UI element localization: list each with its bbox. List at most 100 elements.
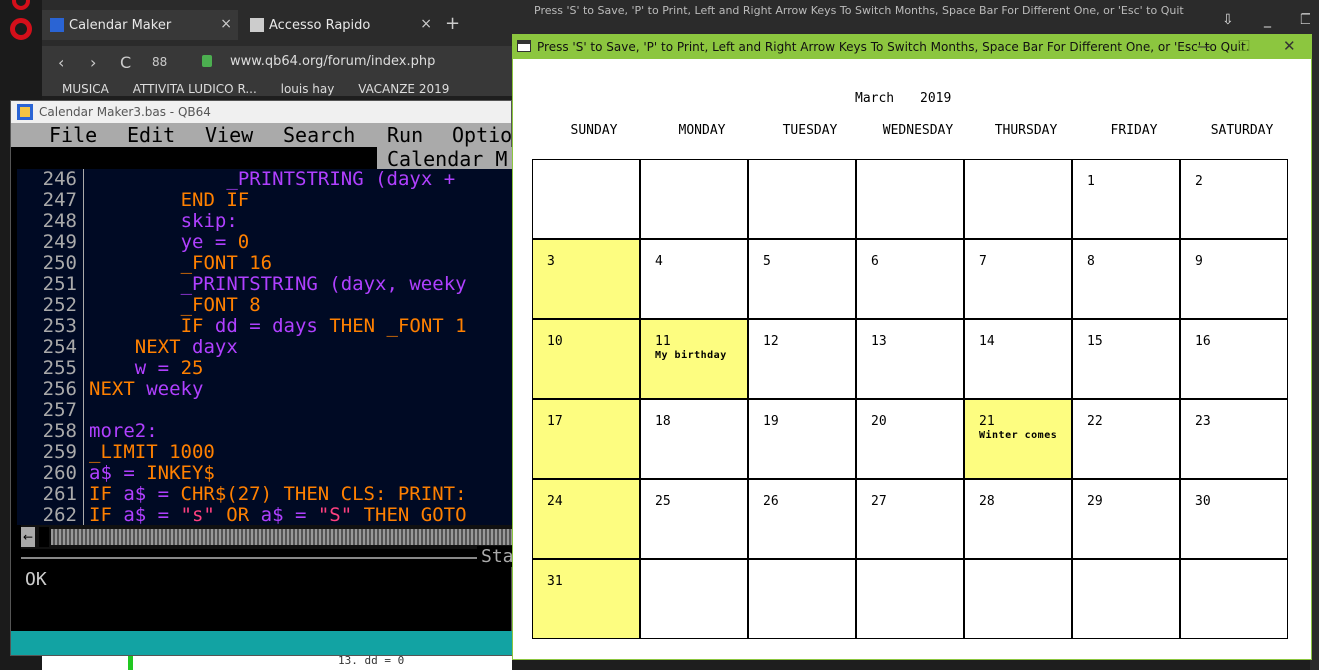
- minimize-button[interactable]: —: [1197, 37, 1212, 55]
- calendar-day-cell[interactable]: [1180, 559, 1288, 639]
- calendar-day-cell[interactable]: 14: [964, 319, 1072, 399]
- calendar-day-cell[interactable]: 5: [748, 239, 856, 319]
- tab-calendar-maker[interactable]: Calendar Maker ×: [42, 10, 238, 40]
- calendar-day-cell[interactable]: [856, 159, 964, 239]
- calendar-day-cell[interactable]: 11 My birthday: [640, 319, 748, 399]
- calendar-day-cell[interactable]: [532, 159, 640, 239]
- calendar-day-cell[interactable]: 21 Winter comes: [964, 399, 1072, 479]
- calendar-day-cell[interactable]: [640, 159, 748, 239]
- code-line[interactable]: 256 NEXT weeky: [17, 379, 513, 400]
- code-line[interactable]: 254 NEXT dayx: [17, 337, 513, 358]
- menu-file[interactable]: File: [49, 123, 97, 147]
- code-line[interactable]: 250 _FONT 16: [17, 253, 513, 274]
- code-line[interactable]: 257: [17, 400, 513, 421]
- calendar-day-cell[interactable]: 4: [640, 239, 748, 319]
- day-number: 28: [979, 494, 995, 509]
- calendar-day-cell[interactable]: 27: [856, 479, 964, 559]
- calendar-day-cell[interactable]: 10: [532, 319, 640, 399]
- calendar-day-cell[interactable]: 26: [748, 479, 856, 559]
- code-line[interactable]: 258 more2:: [17, 421, 513, 442]
- menu-options[interactable]: Optio: [452, 123, 511, 147]
- bookmark-item[interactable]: louis hay: [281, 82, 335, 96]
- code-line[interactable]: 259 _LIMIT 1000: [17, 442, 513, 463]
- line-number: 250: [42, 252, 77, 274]
- calendar-day-cell[interactable]: 12: [748, 319, 856, 399]
- tab-close-icon[interactable]: ×: [420, 16, 432, 32]
- tabs-grid-icon[interactable]: 88: [152, 55, 167, 69]
- opera-logo-icon[interactable]: [12, 0, 30, 10]
- code-line[interactable]: 260 a$ = INKEY$: [17, 463, 513, 484]
- qb64-code-editor[interactable]: 246 _PRINTSTRING (dayx + 247 END IF 248 skip…: [17, 169, 513, 525]
- opera-menu-icon[interactable]: [10, 18, 32, 40]
- code-line[interactable]: 262 IF a$ = "s" OR a$ = "S" THEN GOTO: [17, 505, 513, 525]
- maximize-button[interactable]: ☐: [1237, 37, 1250, 55]
- bookmark-item[interactable]: MUSICA: [62, 82, 109, 96]
- code-line[interactable]: 261 IF a$ = CHR$(27) THEN CLS: PRINT:: [17, 484, 513, 505]
- forward-button[interactable]: ›: [90, 53, 96, 72]
- calendar-day-cell[interactable]: 15: [1072, 319, 1180, 399]
- calendar-day-cell[interactable]: 25: [640, 479, 748, 559]
- calendar-day-cell[interactable]: 8: [1072, 239, 1180, 319]
- minimize-icon[interactable]: _: [1264, 12, 1271, 28]
- code-token: END IF: [180, 189, 250, 211]
- calendar-day-cell[interactable]: 20: [856, 399, 964, 479]
- calendar-day-cell[interactable]: 7: [964, 239, 1072, 319]
- calendar-day-cell[interactable]: 6: [856, 239, 964, 319]
- menu-run[interactable]: Run: [387, 123, 423, 147]
- calendar-day-cell[interactable]: [748, 559, 856, 639]
- tab-close-icon[interactable]: ×: [220, 16, 232, 32]
- calendar-day-cell[interactable]: 13: [856, 319, 964, 399]
- new-tab-button[interactable]: +: [445, 13, 460, 34]
- calendar-day-cell[interactable]: 17: [532, 399, 640, 479]
- menu-search[interactable]: Search: [283, 123, 355, 147]
- calendar-day-cell[interactable]: 18: [640, 399, 748, 479]
- calendar-day-cell[interactable]: [748, 159, 856, 239]
- code-line[interactable]: 253 IF dd = days THEN _FONT 1: [17, 316, 513, 337]
- code-line[interactable]: 248 skip:: [17, 211, 513, 232]
- code-line[interactable]: 247 END IF: [17, 190, 513, 211]
- calendar-day-cell[interactable]: [964, 559, 1072, 639]
- qb64-horizontal-scrollbar[interactable]: ←: [21, 525, 513, 549]
- code-line[interactable]: 246 _PRINTSTRING (dayx +: [17, 169, 513, 190]
- bookmark-item[interactable]: ATTIVITA LUDICO R...: [133, 82, 257, 96]
- scroll-track[interactable]: [51, 529, 513, 545]
- calendar-day-cell[interactable]: 28: [964, 479, 1072, 559]
- calendar-day-cell[interactable]: [640, 559, 748, 639]
- day-header: SATURDAY: [1210, 123, 1274, 138]
- menu-view[interactable]: View: [205, 123, 253, 147]
- calendar-day-cell[interactable]: 19: [748, 399, 856, 479]
- calendar-day-cell[interactable]: 31: [532, 559, 640, 639]
- close-button[interactable]: ✕: [1283, 37, 1296, 55]
- code-line[interactable]: 251 _PRINTSTRING (dayx, weeky: [17, 274, 513, 295]
- code-line[interactable]: 249 ye = 0: [17, 232, 513, 253]
- calendar-day-cell[interactable]: 30: [1180, 479, 1288, 559]
- calendar-day-cell[interactable]: 3: [532, 239, 640, 319]
- bookmark-item[interactable]: VACANZE 2019: [358, 82, 449, 96]
- calendar-day-cell[interactable]: [1072, 559, 1180, 639]
- code-line[interactable]: 252 _FONT 8: [17, 295, 513, 316]
- url-input[interactable]: www.qb64.org/forum/index.php: [230, 54, 435, 69]
- calendar-day-cell[interactable]: 23: [1180, 399, 1288, 479]
- menu-edit[interactable]: Edit: [127, 123, 175, 147]
- calendar-day-cell[interactable]: [964, 159, 1072, 239]
- calendar-day-cell[interactable]: 2: [1180, 159, 1288, 239]
- scroll-left-icon[interactable]: ←: [21, 527, 35, 547]
- download-icon[interactable]: ⇩: [1222, 12, 1234, 28]
- reload-button[interactable]: C: [120, 53, 131, 72]
- code-text: IF a$ = "s" OR a$ = "S" THEN GOTO: [89, 505, 467, 526]
- calendar-day-cell[interactable]: 9: [1180, 239, 1288, 319]
- back-button[interactable]: ‹: [58, 53, 64, 72]
- calendar-day-cell[interactable]: 29: [1072, 479, 1180, 559]
- gutter-divider: [83, 421, 84, 442]
- code-text: skip:: [181, 211, 238, 232]
- calendar-day-cell[interactable]: [856, 559, 964, 639]
- calendar-day-cell[interactable]: 24: [532, 479, 640, 559]
- calendar-day-cell[interactable]: 22: [1072, 399, 1180, 479]
- code-token: NEXT: [89, 378, 147, 400]
- code-token: INKEY$: [146, 462, 215, 484]
- calendar-day-cell[interactable]: 16: [1180, 319, 1288, 399]
- scroll-thumb[interactable]: [39, 527, 49, 547]
- code-line[interactable]: 255 w = 25: [17, 358, 513, 379]
- tab-accesso-rapido[interactable]: Accesso Rapido ×: [242, 10, 438, 40]
- calendar-day-cell[interactable]: 1: [1072, 159, 1180, 239]
